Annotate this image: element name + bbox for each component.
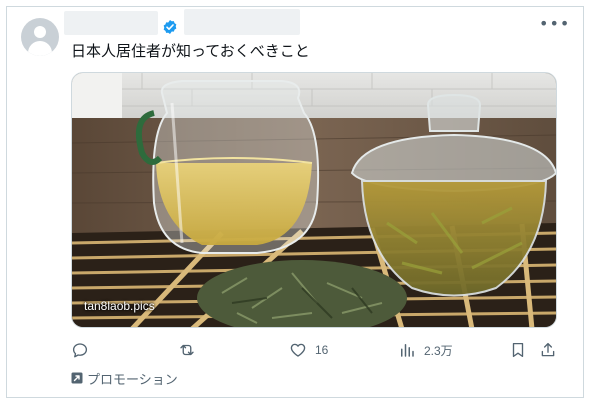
media-source-label: tan8laob.pics [84,299,155,313]
views-button[interactable]: 2.3万 [398,339,453,361]
like-icon [290,343,306,357]
display-name-redacted[interactable] [64,11,158,35]
repost-button[interactable] [178,339,196,361]
views-icon [401,344,414,357]
reply-icon [72,343,88,358]
repost-icon [180,344,194,356]
post-media[interactable]: tan8laob.pics [71,72,557,328]
reply-button[interactable] [71,339,89,361]
action-bar: 16 2.3万 [71,339,557,361]
bookmark-icon [512,342,524,358]
share-icon [541,342,555,357]
promoted-label[interactable]: プロモーション [71,369,178,388]
views-count: 2.3万 [424,343,453,358]
tea-photo [72,73,556,327]
avatar-head [34,26,46,38]
bookmark-button[interactable] [509,339,527,361]
like-count: 16 [315,343,329,357]
more-icon[interactable]: ••• [539,16,569,34]
promoted-text: プロモーション [87,372,178,388]
avatar-body [28,41,52,56]
handle-redacted[interactable] [184,9,300,35]
share-button[interactable] [539,339,557,361]
promoted-icon [71,372,83,384]
avatar[interactable] [21,18,59,56]
like-button[interactable]: 16 [289,339,328,361]
verified-icon [163,20,177,34]
post-text: 日本人居住者が知っておくべきこと [71,42,310,60]
